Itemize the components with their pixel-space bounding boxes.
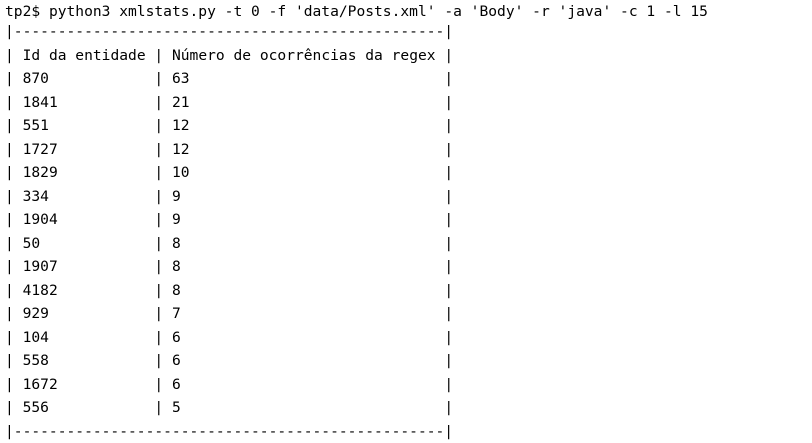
table-cell: 12 [172, 117, 436, 134]
table-cell: 9 [172, 211, 436, 228]
table-row: | 870 | 63 | [5, 67, 812, 91]
table-row: | 50 | 8 | [5, 232, 812, 256]
table-top-border: |---------------------------------------… [5, 20, 812, 44]
table-cell: 8 [172, 235, 436, 252]
table-cell: 5 [172, 399, 436, 416]
table-cell: 50 [23, 235, 146, 252]
table-cell: 63 [172, 70, 436, 87]
table-cell: 9 [172, 188, 436, 205]
table-header-cell: Id da entidade [23, 47, 146, 64]
table-cell: 558 [23, 352, 146, 369]
table-row: | 551 | 12 | [5, 114, 812, 138]
table-cell: 6 [172, 329, 436, 346]
table-header: | Id da entidade | Número de ocorrências… [5, 44, 812, 68]
table-row: | 1841 | 21 | [5, 91, 812, 115]
table-cell: 10 [172, 164, 436, 181]
table-cell: 929 [23, 305, 146, 322]
table-row: | 1829 | 10 | [5, 161, 812, 185]
table-row: | 104 | 6 | [5, 326, 812, 350]
table-bottom-border: |---------------------------------------… [5, 420, 812, 443]
table-row: | 1672 | 6 | [5, 373, 812, 397]
table-cell: 556 [23, 399, 146, 416]
table-cell: 104 [23, 329, 146, 346]
table-cell: 6 [172, 376, 436, 393]
table-cell: 6 [172, 352, 436, 369]
shell-prompt: tp2$ [5, 3, 49, 20]
table-row: | 1904 | 9 | [5, 208, 812, 232]
table-row: | 4182 | 8 | [5, 279, 812, 303]
table-row: | 929 | 7 | [5, 302, 812, 326]
table-cell: 1829 [23, 164, 146, 181]
table-cell: 551 [23, 117, 146, 134]
table-row: | 556 | 5 | [5, 396, 812, 420]
table-cell: 8 [172, 282, 436, 299]
command-text: python3 xmlstats.py -t 0 -f 'data/Posts.… [49, 3, 708, 20]
table-row: | 334 | 9 | [5, 185, 812, 209]
output-table: |---------------------------------------… [5, 20, 812, 443]
table-row: | 1907 | 8 | [5, 255, 812, 279]
table-cell: 1904 [23, 211, 146, 228]
table-cell: 1907 [23, 258, 146, 275]
table-cell: 870 [23, 70, 146, 87]
table-cell: 1841 [23, 94, 146, 111]
terminal-window[interactable]: tp2$ python3 xmlstats.py -t 0 -f 'data/P… [0, 0, 812, 439]
table-cell: 8 [172, 258, 436, 275]
table-cell: 12 [172, 141, 436, 158]
table-header-cell: Número de ocorrências da regex [172, 47, 436, 64]
table-row: | 558 | 6 | [5, 349, 812, 373]
table-cell: 334 [23, 188, 146, 205]
table-cell: 4182 [23, 282, 146, 299]
table-cell: 7 [172, 305, 436, 322]
command-line: tp2$ python3 xmlstats.py -t 0 -f 'data/P… [5, 0, 812, 20]
table-cell: 1672 [23, 376, 146, 393]
table-cell: 21 [172, 94, 436, 111]
table-row: | 1727 | 12 | [5, 138, 812, 162]
table-cell: 1727 [23, 141, 146, 158]
